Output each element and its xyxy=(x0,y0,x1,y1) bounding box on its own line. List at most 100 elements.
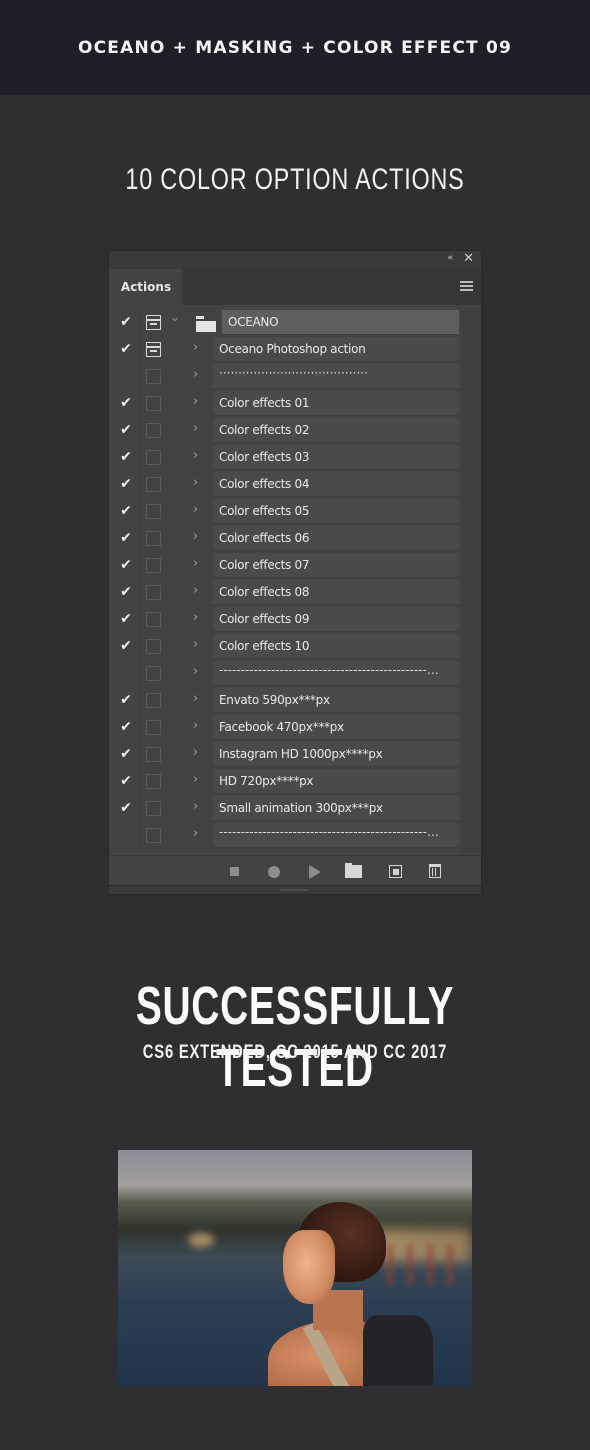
toggle-dialog-icon[interactable] xyxy=(146,315,161,330)
toggle-item-checkbox[interactable]: ✔ xyxy=(118,746,134,762)
toggle-dialog-icon[interactable] xyxy=(146,423,161,438)
action-row[interactable]: › ---------------------------------------… xyxy=(109,660,481,687)
action-row[interactable]: ✔ › Color effects 03 xyxy=(109,444,481,471)
chevron-right-icon[interactable]: › xyxy=(193,610,198,625)
toggle-dialog-icon[interactable] xyxy=(146,369,161,384)
chevron-right-icon[interactable]: › xyxy=(193,664,198,679)
scrollbar[interactable] xyxy=(462,309,481,853)
chevron-right-icon[interactable]: › xyxy=(193,502,198,517)
action-row[interactable]: ✔ › Color effects 06 xyxy=(109,525,481,552)
action-label-cell[interactable]: Color effects 02 xyxy=(213,418,459,443)
action-row[interactable]: ✔ › Color effects 10 xyxy=(109,633,481,660)
action-row[interactable]: ✔ › Instagram HD 1000px****px xyxy=(109,741,481,768)
action-label-cell[interactable]: Color effects 03 xyxy=(213,445,459,470)
chevron-right-icon[interactable]: › xyxy=(193,637,198,652)
toggle-dialog-icon[interactable] xyxy=(146,450,161,465)
chevron-right-icon[interactable]: › xyxy=(193,745,198,760)
chevron-right-icon[interactable]: › xyxy=(193,718,198,733)
toggle-item-checkbox[interactable]: ✔ xyxy=(118,773,134,789)
action-label-cell[interactable]: Color effects 08 xyxy=(213,580,459,605)
action-row[interactable]: ✔ › Color effects 04 xyxy=(109,471,481,498)
action-row[interactable]: ✔ › HD 720px****px xyxy=(109,768,481,795)
chevron-right-icon[interactable]: › xyxy=(193,421,198,436)
action-label-cell[interactable]: Oceano Photoshop action xyxy=(213,337,459,362)
action-row[interactable]: ✔ › Color effects 01 xyxy=(109,390,481,417)
toggle-item-checkbox[interactable]: ✔ xyxy=(118,503,134,519)
action-row[interactable]: ✔ › Color effects 07 xyxy=(109,552,481,579)
action-row[interactable]: ✔ › Color effects 02 xyxy=(109,417,481,444)
action-row[interactable]: ✔ › Facebook 470px***px xyxy=(109,714,481,741)
close-panel-icon[interactable]: ✕ xyxy=(463,251,474,266)
new-action-icon[interactable] xyxy=(389,865,402,878)
toggle-dialog-icon[interactable] xyxy=(146,774,161,789)
toggle-item-checkbox[interactable]: ✔ xyxy=(118,476,134,492)
toggle-item-checkbox[interactable]: ✔ xyxy=(118,341,134,357)
toggle-item-checkbox[interactable] xyxy=(118,368,134,384)
action-label-cell[interactable]: Small animation 300px***px xyxy=(213,796,459,821)
toggle-dialog-icon[interactable] xyxy=(146,504,161,519)
toggle-item-checkbox[interactable]: ✔ xyxy=(118,638,134,654)
action-row[interactable]: ✔ › Color effects 05 xyxy=(109,498,481,525)
chevron-right-icon[interactable]: › xyxy=(193,772,198,787)
chevron-right-icon[interactable]: › xyxy=(193,583,198,598)
toggle-dialog-icon[interactable] xyxy=(146,801,161,816)
toggle-item-checkbox[interactable]: ✔ xyxy=(118,611,134,627)
toggle-item-checkbox[interactable]: ✔ xyxy=(118,584,134,600)
action-label-cell[interactable]: Color effects 10 xyxy=(213,634,459,659)
action-label-cell[interactable]: ----------------------------------------… xyxy=(213,661,459,686)
action-row[interactable]: › ---------------------------------------… xyxy=(109,822,481,849)
toggle-item-checkbox[interactable]: ✔ xyxy=(118,719,134,735)
toggle-dialog-icon[interactable] xyxy=(146,666,161,681)
chevron-right-icon[interactable]: › xyxy=(193,691,198,706)
action-label-cell[interactable]: Color effects 06 xyxy=(213,526,459,551)
new-set-icon[interactable] xyxy=(345,863,362,878)
toggle-dialog-icon[interactable] xyxy=(146,585,161,600)
toggle-dialog-icon[interactable] xyxy=(146,747,161,762)
toggle-dialog-icon[interactable] xyxy=(146,477,161,492)
chevron-right-icon[interactable]: › xyxy=(193,799,198,814)
toggle-dialog-icon[interactable] xyxy=(146,828,161,843)
toggle-dialog-icon[interactable] xyxy=(146,558,161,573)
action-row[interactable]: ✔ › Color effects 08 xyxy=(109,579,481,606)
action-label-cell[interactable]: Envato 590px***px xyxy=(213,688,459,713)
action-row[interactable]: ✔ › Color effects 09 xyxy=(109,606,481,633)
toggle-dialog-icon[interactable] xyxy=(146,531,161,546)
toggle-item-checkbox[interactable]: ✔ xyxy=(118,449,134,465)
resize-grip[interactable] xyxy=(109,885,481,894)
toggle-dialog-icon[interactable] xyxy=(146,396,161,411)
collapse-panel-icon[interactable]: « xyxy=(447,253,452,263)
chevron-down-icon[interactable]: › xyxy=(167,317,182,322)
play-icon[interactable] xyxy=(309,865,321,879)
action-label-cell[interactable]: HD 720px****px xyxy=(213,769,459,794)
action-label-cell[interactable]: Color effects 05 xyxy=(213,499,459,524)
stop-icon[interactable] xyxy=(230,867,239,876)
action-label-cell[interactable]: ······································· xyxy=(213,364,459,389)
toggle-item-checkbox[interactable]: ✔ xyxy=(118,800,134,816)
chevron-right-icon[interactable]: › xyxy=(193,448,198,463)
panel-menu-icon[interactable] xyxy=(460,281,473,291)
toggle-item-checkbox[interactable]: ✔ xyxy=(118,314,134,330)
toggle-item-checkbox[interactable]: ✔ xyxy=(118,422,134,438)
action-set-row[interactable]: ✔ › OCEANO xyxy=(109,309,481,336)
record-icon[interactable] xyxy=(268,866,280,878)
action-label-cell[interactable]: OCEANO xyxy=(222,310,459,335)
toggle-item-checkbox[interactable] xyxy=(118,665,134,681)
action-label-cell[interactable]: Instagram HD 1000px****px xyxy=(213,742,459,767)
action-label-cell[interactable]: Color effects 01 xyxy=(213,391,459,416)
action-row[interactable]: ✔ › Small animation 300px***px xyxy=(109,795,481,822)
chevron-right-icon[interactable]: › xyxy=(193,367,198,382)
action-label-cell[interactable]: Color effects 07 xyxy=(213,553,459,578)
action-row[interactable]: ✔ › Oceano Photoshop action xyxy=(109,336,481,363)
chevron-right-icon[interactable]: › xyxy=(193,394,198,409)
action-label-cell[interactable]: Color effects 09 xyxy=(213,607,459,632)
chevron-right-icon[interactable]: › xyxy=(193,529,198,544)
toggle-item-checkbox[interactable]: ✔ xyxy=(118,395,134,411)
toggle-item-checkbox[interactable]: ✔ xyxy=(118,692,134,708)
chevron-right-icon[interactable]: › xyxy=(193,475,198,490)
tab-actions[interactable]: Actions xyxy=(109,269,183,305)
chevron-right-icon[interactable]: › xyxy=(193,340,198,355)
toggle-dialog-icon[interactable] xyxy=(146,639,161,654)
chevron-right-icon[interactable]: › xyxy=(193,556,198,571)
action-label-cell[interactable]: Facebook 470px***px xyxy=(213,715,459,740)
toggle-dialog-icon[interactable] xyxy=(146,342,161,357)
